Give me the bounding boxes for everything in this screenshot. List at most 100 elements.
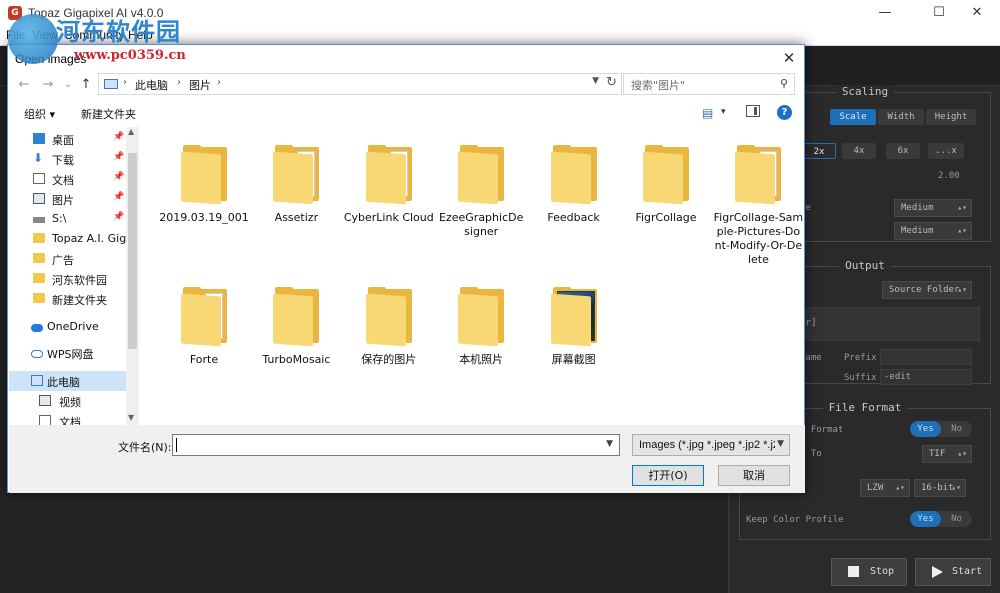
pictures-icon	[33, 193, 45, 204]
search-input[interactable]: 搜索"图片" ⚲	[623, 73, 795, 95]
open-button[interactable]: 打开(O)	[632, 465, 704, 486]
menu-community[interactable]: Community	[64, 28, 125, 42]
menu-view[interactable]: View	[32, 28, 58, 42]
nav-item-new-folder[interactable]: 新建文件夹	[9, 289, 126, 309]
recent-locations-button[interactable]: ⌄	[58, 75, 78, 95]
bit-depth-dropdown[interactable]: 16-bit ▴▾	[914, 479, 966, 497]
pin-icon: 📌	[113, 212, 125, 222]
nav-item-s-drive[interactable]: S:\ 📌	[9, 209, 126, 229]
minimize-button[interactable]: —	[862, 0, 908, 26]
file-item[interactable]: Forte	[159, 273, 249, 403]
nav-item-downloads[interactable]: ⬇ 下载 📌	[9, 149, 126, 169]
dialog-close-button[interactable]: ✕	[774, 45, 804, 71]
output-folder-path[interactable]: older]	[780, 307, 980, 341]
preset-4x-button[interactable]: 4x	[842, 143, 876, 159]
pin-icon: 📌	[113, 192, 125, 202]
nav-scroll-thumb[interactable]	[128, 153, 137, 349]
file-name: Assetizr	[274, 211, 319, 224]
preview-pane-icon[interactable]	[746, 105, 760, 117]
filename-input[interactable]: ▼	[172, 434, 620, 456]
menu-help[interactable]: Help	[128, 28, 153, 42]
suffix-input[interactable]: -edit	[880, 369, 972, 385]
nav-scrollbar[interactable]: ▲ ▼	[126, 127, 139, 425]
file-item[interactable]: 2019.03.19_001	[159, 131, 249, 261]
help-icon[interactable]: ?	[777, 105, 792, 120]
view-options-icon[interactable]: ▤	[702, 106, 713, 120]
nav-item-documents[interactable]: 文档 📌	[9, 169, 126, 189]
close-window-button[interactable]: ✕	[954, 0, 1000, 26]
nav-item-topaz[interactable]: Topaz A.I. Giga	[9, 229, 133, 249]
chevron-right-icon: ›	[217, 77, 221, 88]
stop-button[interactable]: Stop	[831, 558, 907, 586]
file-item[interactable]: CyberLink Cloud	[344, 131, 434, 261]
chevron-down-icon[interactable]: ▼	[606, 439, 613, 449]
file-item[interactable]: EzeeGraphicDesigner	[436, 131, 526, 261]
file-item[interactable]: FigrCollage-Sample-Pictures-Dont-Modify-…	[713, 131, 803, 266]
file-item[interactable]: FigrCollage	[621, 131, 711, 261]
pin-icon: 📌	[113, 152, 125, 162]
chevron-up-icon[interactable]: ▲	[128, 127, 134, 136]
file-item[interactable]: 屏幕截图	[529, 273, 619, 403]
folder-icon	[181, 145, 229, 205]
format-dropdown[interactable]: TIF ▴▾	[922, 445, 972, 463]
chevron-down-icon[interactable]: ▾	[721, 107, 726, 117]
chevron-down-icon[interactable]: ▼	[128, 413, 134, 422]
nav-item-desktop[interactable]: 桌面 📌	[9, 129, 126, 149]
file-name: 保存的图片	[361, 353, 417, 366]
chevron-updown-icon: ▴▾	[957, 285, 967, 294]
stop-icon	[848, 566, 859, 577]
nav-item-pictures[interactable]: 图片 📌	[9, 189, 126, 209]
address-bar[interactable]: › 此电脑 › 图片 › ▼ ↻	[98, 73, 622, 95]
file-name: Forte	[189, 353, 219, 366]
height-mode-button[interactable]: Height	[926, 109, 976, 125]
output-title: Output	[839, 259, 891, 272]
file-item[interactable]: TurboMosaic	[251, 273, 341, 403]
output-folder-dropdown[interactable]: Source Folder ▴▾	[882, 281, 972, 299]
file-item[interactable]: 本机照片	[436, 273, 526, 403]
cancel-button[interactable]: 取消	[718, 465, 790, 486]
chevron-right-icon: ›	[177, 77, 181, 88]
breadcrumb-this-pc[interactable]: 此电脑	[135, 77, 168, 93]
organize-button[interactable]: 组织 ▾	[24, 106, 55, 122]
keep-color-profile-toggle[interactable]: Yes No	[910, 511, 972, 527]
breadcrumb-pictures[interactable]: 图片	[189, 77, 211, 93]
address-dropdown-icon[interactable]: ▼	[592, 76, 599, 86]
compression-dropdown[interactable]: LZW ▴▾	[860, 479, 910, 497]
file-name: FigrCollage-Sample-Pictures-Dont-Modify-…	[713, 211, 804, 266]
nav-item-onedrive[interactable]: OneDrive	[9, 317, 126, 337]
folder-icon	[33, 253, 45, 263]
model-dropdown-1[interactable]: Medium ▴▾	[894, 199, 972, 217]
model-dropdown-2[interactable]: Medium ▴▾	[894, 222, 972, 240]
computer-icon	[104, 79, 118, 89]
file-item[interactable]: Feedback	[529, 131, 619, 261]
file-name: 2019.03.19_001	[159, 211, 249, 224]
nav-item-documents-2[interactable]: 文档	[9, 411, 126, 425]
preset-custom-button[interactable]: ...x	[928, 143, 964, 159]
suffix-label: Suffix	[844, 373, 877, 383]
nav-item-wps-drive[interactable]: WPS网盘	[9, 343, 126, 363]
same-format-toggle[interactable]: Yes No	[910, 421, 972, 437]
scale-mode-button[interactable]: Scale	[830, 109, 876, 125]
nav-item-ads[interactable]: 广告	[9, 249, 126, 269]
preset-2x-button[interactable]: 2x	[802, 143, 836, 159]
forward-button[interactable]: →	[38, 75, 58, 95]
menu-file[interactable]: File	[6, 28, 25, 42]
refresh-icon[interactable]: ↻	[606, 75, 617, 90]
back-button[interactable]: ←	[14, 75, 34, 95]
file-item[interactable]: 保存的图片	[344, 273, 434, 403]
prefix-input[interactable]	[880, 349, 972, 365]
chevron-updown-icon: ▴▾	[957, 449, 967, 458]
nav-item-hedong[interactable]: 河东软件园	[9, 269, 126, 289]
up-button[interactable]: ↑	[76, 75, 96, 95]
preset-6x-button[interactable]: 6x	[886, 143, 920, 159]
computer-icon	[31, 375, 43, 386]
file-item[interactable]: Assetizr	[251, 131, 341, 261]
same-format-label: e Format	[800, 425, 844, 435]
file-type-filter[interactable]: Images (*.jpg *.jpeg *.jp2 *.j2 ▼	[632, 434, 790, 456]
start-button[interactable]: Start	[915, 558, 991, 586]
nav-item-videos[interactable]: 视频	[9, 391, 126, 411]
nav-item-this-pc[interactable]: 此电脑	[9, 371, 126, 391]
new-folder-button[interactable]: 新建文件夹	[81, 106, 136, 122]
file-name: FigrCollage	[635, 211, 697, 224]
width-mode-button[interactable]: Width	[878, 109, 924, 125]
